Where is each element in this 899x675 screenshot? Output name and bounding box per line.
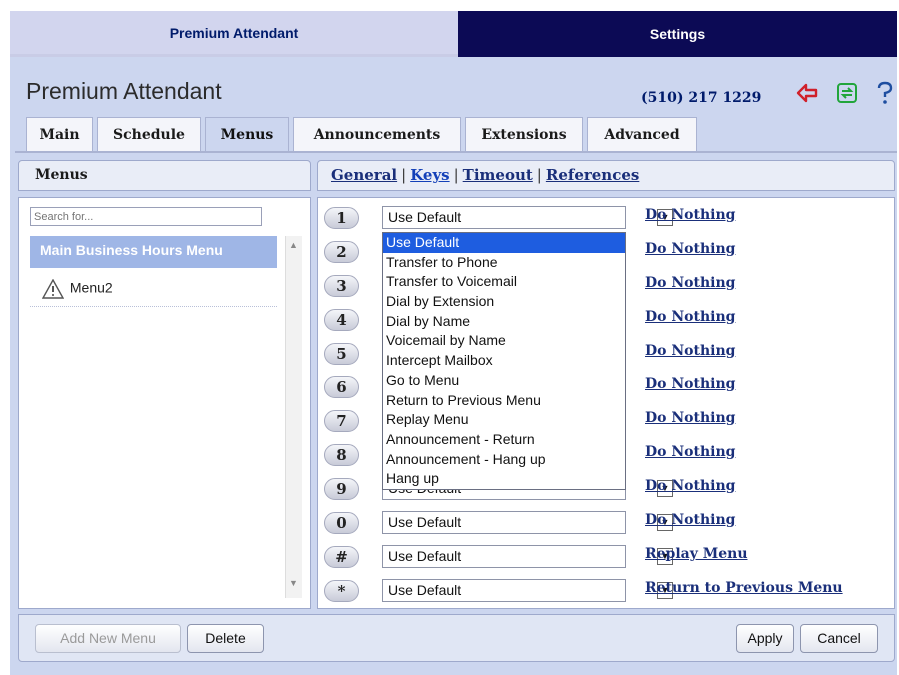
key-action-link[interactable]: Do Nothing	[645, 410, 735, 426]
scroll-up-icon[interactable]: ▲	[289, 240, 298, 250]
key-action-link[interactable]: Do Nothing	[645, 478, 735, 494]
dropdown-option[interactable]: Go to Menu	[383, 371, 625, 391]
key-action-link[interactable]: Do Nothing	[645, 275, 735, 291]
add-new-menu-button[interactable]: Add New Menu	[35, 624, 181, 653]
dropdown-option[interactable]: Transfer to Voicemail	[383, 272, 625, 292]
dropdown-option[interactable]: Transfer to Phone	[383, 253, 625, 273]
dropdown-option[interactable]: Intercept Mailbox	[383, 351, 625, 371]
key-action-select[interactable]: Use Default▼	[382, 579, 673, 602]
link-references[interactable]: References	[546, 166, 639, 184]
key-action-select[interactable]: Use Default▼	[382, 206, 673, 229]
key-row-1: 1 Use Default ▼ Do Nothing	[324, 206, 884, 235]
exit-icon[interactable]	[794, 80, 820, 106]
scroll-down-icon[interactable]: ▼	[289, 578, 298, 588]
dropdown-option[interactable]: Return to Previous Menu	[383, 391, 625, 411]
menus-heading: Menus	[18, 160, 311, 191]
delete-button[interactable]: Delete	[187, 624, 264, 653]
section-links: General | Keys | Timeout | References	[317, 160, 895, 191]
key-row-hash: # Use Default ▼ Replay Menu	[324, 545, 884, 574]
link-general[interactable]: General	[331, 166, 397, 184]
apply-button[interactable]: Apply	[736, 624, 794, 653]
key-button[interactable]: 6	[324, 376, 359, 398]
key-action-link[interactable]: Do Nothing	[645, 241, 735, 257]
dropdown-option[interactable]: Announcement - Return	[383, 430, 625, 450]
tab-divider	[15, 151, 897, 153]
key-action-link[interactable]: Do Nothing	[645, 343, 735, 359]
dropdown-option[interactable]: Dial by Extension	[383, 292, 625, 312]
dropdown-option[interactable]: Use Default	[383, 233, 625, 253]
key-button[interactable]: 8	[324, 444, 359, 466]
dropdown-option[interactable]: Announcement - Hang up	[383, 450, 625, 470]
top-tab-settings[interactable]: Settings	[458, 11, 897, 57]
key-button[interactable]: 4	[324, 309, 359, 331]
tab-main[interactable]: Main	[26, 117, 93, 151]
warning-icon	[41, 278, 65, 299]
key-button[interactable]: 7	[324, 410, 359, 432]
list-item-menu2[interactable]: Menu2	[30, 271, 277, 307]
help-icon[interactable]	[872, 80, 898, 106]
key-action-select[interactable]: Use Default▼	[382, 545, 673, 568]
search-input[interactable]	[30, 207, 262, 226]
key-action-link[interactable]: Replay Menu	[645, 546, 748, 562]
cancel-button[interactable]: Cancel	[800, 624, 878, 653]
key-row-star: * Use Default ▼ Return to Previous Menu	[324, 579, 884, 608]
tab-advanced[interactable]: Advanced	[587, 117, 697, 151]
key-action-link[interactable]: Do Nothing	[645, 309, 735, 325]
key-row-0: 0 Use Default ▼ Do Nothing	[324, 511, 884, 540]
refresh-icon[interactable]	[834, 80, 860, 106]
select-value: Use Default	[388, 582, 462, 598]
key-action-select[interactable]: Use Default▼	[382, 511, 673, 534]
select-value: Use Default	[388, 548, 462, 564]
list-item-main-business-hours-menu[interactable]: Main Business Hours Menu	[30, 236, 277, 268]
dropdown-option[interactable]: Replay Menu	[383, 410, 625, 430]
link-timeout[interactable]: Timeout	[463, 166, 533, 184]
key-action-dropdown-list[interactable]: Use Default Transfer to Phone Transfer t…	[382, 232, 626, 490]
tab-menus[interactable]: Menus	[205, 117, 289, 151]
key-button[interactable]: #	[324, 546, 359, 568]
key-button[interactable]: 3	[324, 275, 359, 297]
tab-extensions[interactable]: Extensions	[465, 117, 583, 151]
key-action-link[interactable]: Return to Previous Menu	[645, 580, 843, 596]
dropdown-option[interactable]: Hang up	[383, 469, 625, 489]
key-button[interactable]: 5	[324, 343, 359, 365]
top-tab-premium-attendant[interactable]: Premium Attendant	[10, 11, 458, 57]
dropdown-option[interactable]: Dial by Name	[383, 312, 625, 332]
key-action-link[interactable]: Do Nothing	[645, 444, 735, 460]
key-button[interactable]: 2	[324, 241, 359, 263]
dropdown-option[interactable]: Voicemail by Name	[383, 331, 625, 351]
key-button[interactable]: 1	[324, 207, 359, 229]
key-button[interactable]: 0	[324, 512, 359, 534]
list-scrollbar[interactable]	[285, 236, 302, 598]
key-action-link[interactable]: Do Nothing	[645, 207, 735, 223]
key-button[interactable]: *	[324, 580, 359, 602]
tab-announcements[interactable]: Announcements	[293, 117, 461, 151]
phone-number: (510) 217 1229	[641, 90, 762, 106]
key-action-link[interactable]: Do Nothing	[645, 376, 735, 392]
key-action-link[interactable]: Do Nothing	[645, 512, 735, 528]
list-item-label: Menu2	[69, 279, 113, 296]
link-keys[interactable]: Keys	[410, 166, 449, 184]
key-button[interactable]: 9	[324, 478, 359, 500]
top-tabs: Premium Attendant Settings	[10, 11, 897, 57]
page-title: Premium Attendant	[26, 78, 222, 104]
select-value: Use Default	[388, 514, 462, 530]
tab-schedule[interactable]: Schedule	[97, 117, 201, 151]
select-value: Use Default	[388, 209, 462, 225]
